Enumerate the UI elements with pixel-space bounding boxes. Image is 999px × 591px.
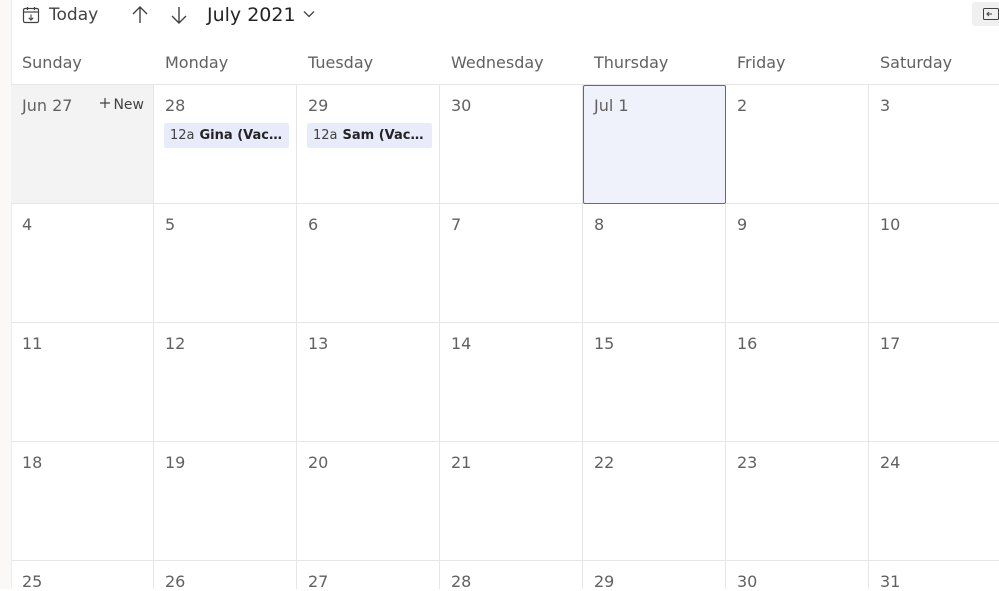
- month-grid: Sunday Monday Tuesday Wednesday Thursday Frid…: [11, 45, 999, 591]
- day-number: 19: [165, 453, 186, 472]
- new-event-label: New: [113, 97, 144, 113]
- day-cell[interactable]: 22: [583, 442, 726, 561]
- day-cell[interactable]: 6: [297, 204, 440, 323]
- day-number: 11: [22, 334, 43, 353]
- weekday-header-sunday: Sunday: [11, 45, 154, 85]
- calendar-today-icon: [22, 6, 40, 24]
- day-number: Jul 1: [594, 96, 629, 115]
- day-number: 6: [308, 215, 319, 234]
- day-number: Jun 27: [22, 96, 73, 115]
- today-button[interactable]: Today: [22, 2, 98, 28]
- day-number: 3: [880, 96, 891, 115]
- arrow-down-icon: [167, 3, 191, 27]
- day-cell[interactable]: 2: [726, 85, 869, 204]
- day-number: 20: [308, 453, 329, 472]
- day-cell[interactable]: 4: [11, 204, 154, 323]
- day-cell[interactable]: 26: [154, 561, 297, 591]
- day-number: 23: [737, 453, 758, 472]
- day-cell[interactable]: 3: [869, 85, 999, 204]
- weekday-header-tuesday: Tuesday: [297, 45, 440, 85]
- day-cell[interactable]: 24: [869, 442, 999, 561]
- day-number: 28: [165, 96, 186, 115]
- day-number: 13: [308, 334, 329, 353]
- panel-toggle-button[interactable]: [972, 2, 999, 26]
- calendar-event[interactable]: 12a Sam (Vacation): [307, 123, 432, 148]
- day-cell[interactable]: 14: [440, 323, 583, 442]
- day-number: 29: [308, 96, 329, 115]
- day-cell[interactable]: 28 12a Gina (Vacation): [154, 85, 297, 204]
- day-number: 31: [880, 572, 901, 591]
- day-number: 24: [880, 453, 901, 472]
- event-title: Gina (Vacation): [199, 128, 289, 143]
- day-cell[interactable]: 30: [726, 561, 869, 591]
- day-cell[interactable]: 5: [154, 204, 297, 323]
- day-cell[interactable]: 13: [297, 323, 440, 442]
- weekday-header-monday: Monday: [154, 45, 297, 85]
- day-number: 30: [737, 572, 758, 591]
- day-cell[interactable]: 12: [154, 323, 297, 442]
- day-number: 30: [451, 96, 472, 115]
- day-number: 15: [594, 334, 615, 353]
- today-label: Today: [49, 5, 99, 25]
- day-number: 16: [737, 334, 758, 353]
- calendar-event[interactable]: 12a Gina (Vacation): [164, 123, 289, 148]
- day-number: 27: [308, 572, 329, 591]
- day-number: 26: [165, 572, 186, 591]
- weekday-header-friday: Friday: [726, 45, 869, 85]
- day-number: 18: [22, 453, 43, 472]
- day-cell[interactable]: Jul 1: [583, 85, 726, 204]
- day-number: 28: [451, 572, 472, 591]
- event-title: Sam (Vacation): [342, 128, 432, 143]
- day-cell[interactable]: 21: [440, 442, 583, 561]
- day-cell[interactable]: 9: [726, 204, 869, 323]
- weekday-header-saturday: Saturday: [869, 45, 999, 85]
- day-number: 12: [165, 334, 186, 353]
- day-cell[interactable]: Jun 27 New: [11, 85, 154, 204]
- day-cell[interactable]: 16: [726, 323, 869, 442]
- day-cell[interactable]: 15: [583, 323, 726, 442]
- weekday-header-thursday: Thursday: [583, 45, 726, 85]
- day-number: 21: [451, 453, 472, 472]
- day-number: 5: [165, 215, 176, 234]
- event-time: 12a: [170, 128, 195, 143]
- day-number: 10: [880, 215, 901, 234]
- day-number: 25: [22, 572, 43, 591]
- new-event-button[interactable]: New: [99, 97, 144, 113]
- day-cell[interactable]: 11: [11, 323, 154, 442]
- weekday-header-wednesday: Wednesday: [440, 45, 583, 85]
- day-cell[interactable]: 29: [583, 561, 726, 591]
- event-time: 12a: [313, 128, 338, 143]
- day-cell[interactable]: 27: [297, 561, 440, 591]
- day-number: 2: [737, 96, 748, 115]
- day-number: 7: [451, 215, 462, 234]
- plus-icon: [99, 97, 111, 113]
- day-cell[interactable]: 7: [440, 204, 583, 323]
- day-cell[interactable]: 30: [440, 85, 583, 204]
- day-cell[interactable]: 8: [583, 204, 726, 323]
- day-number: 8: [594, 215, 605, 234]
- day-cell[interactable]: 23: [726, 442, 869, 561]
- day-cell[interactable]: 10: [869, 204, 999, 323]
- month-picker[interactable]: July 2021: [207, 1, 316, 29]
- day-number: 14: [451, 334, 472, 353]
- day-number: 4: [22, 215, 33, 234]
- arrow-up-icon: [128, 3, 152, 27]
- day-cell[interactable]: 25: [11, 561, 154, 591]
- day-cell[interactable]: 20: [297, 442, 440, 561]
- day-number: 29: [594, 572, 615, 591]
- previous-month-button[interactable]: [128, 3, 152, 27]
- calendar-toolbar: Today July 2021: [0, 0, 999, 30]
- month-label: July 2021: [207, 4, 296, 26]
- day-cell[interactable]: 28: [440, 561, 583, 591]
- day-number: 9: [737, 215, 748, 234]
- chevron-down-icon: [302, 4, 316, 26]
- day-number: 17: [880, 334, 901, 353]
- day-cell[interactable]: 18: [11, 442, 154, 561]
- day-cell[interactable]: 29 12a Sam (Vacation): [297, 85, 440, 204]
- day-cell[interactable]: 31: [869, 561, 999, 591]
- day-cell[interactable]: 17: [869, 323, 999, 442]
- day-cell[interactable]: 19: [154, 442, 297, 561]
- next-month-button[interactable]: [167, 3, 191, 27]
- day-number: 22: [594, 453, 615, 472]
